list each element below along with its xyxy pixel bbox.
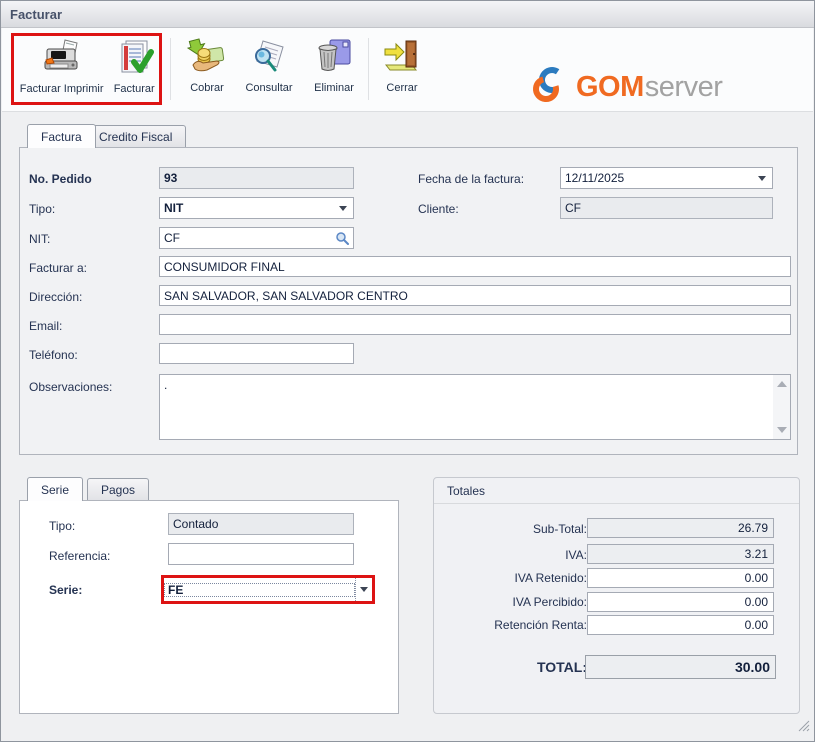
retencion-renta-label: Retención Renta: — [442, 618, 587, 632]
chevron-down-icon — [758, 176, 766, 181]
serie-label: Serie: — [49, 583, 82, 597]
cerrar-label: Cerrar — [386, 82, 417, 94]
serie-select[interactable]: FE — [164, 578, 372, 601]
exit-door-icon — [381, 36, 423, 78]
tipo-label: Tipo: — [29, 202, 55, 216]
consultar-label: Consultar — [245, 82, 292, 94]
highlight-box-serie: FE — [161, 575, 375, 604]
tipo-value: NIT — [160, 201, 333, 215]
tab-factura-label: Factura — [41, 130, 82, 144]
window-title: Facturar — [10, 7, 62, 22]
consultar-button[interactable]: Consultar — [238, 36, 300, 104]
resize-grip[interactable] — [796, 718, 810, 737]
tab-pagos[interactable]: Pagos — [87, 478, 149, 501]
telefono-label: Teléfono: — [29, 348, 78, 362]
facturar-window: Facturar Facturar Imprimi — [0, 0, 815, 742]
titlebar: Facturar — [1, 1, 814, 28]
facturar-button[interactable]: Facturar — [109, 37, 159, 105]
iva-retenido-label: IVA Retenido: — [442, 571, 587, 585]
serie-tipo-field[interactable] — [168, 513, 354, 535]
cobrar-button[interactable]: Cobrar — [179, 36, 235, 104]
iva-percibido-field[interactable] — [587, 592, 774, 612]
direccion-label: Dirección: — [29, 290, 82, 304]
serie-value: FE — [164, 583, 355, 597]
observaciones-field[interactable]: . — [160, 375, 773, 439]
retencion-renta-field[interactable] — [587, 615, 774, 635]
facturar-imprimir-label: Facturar Imprimir — [20, 83, 104, 95]
iva-percibido-label: IVA Percibido: — [442, 595, 587, 609]
observaciones-scrollbar[interactable] — [773, 375, 790, 439]
nit-field[interactable] — [159, 227, 354, 249]
subtotal-field[interactable] — [587, 518, 774, 538]
gomserver-logo: GOMserver — [529, 65, 722, 110]
total-field[interactable] — [585, 655, 776, 679]
gomserver-logo-icon — [529, 65, 569, 110]
tab-credito-fiscal[interactable]: Credito Fiscal — [85, 125, 186, 148]
observaciones-label: Observaciones: — [29, 380, 112, 394]
referencia-field[interactable] — [168, 543, 354, 565]
email-field[interactable] — [159, 314, 791, 335]
iva-retenido-field[interactable] — [587, 568, 774, 588]
toolbar: Facturar Imprimir Facturar — [2, 28, 813, 112]
search-icon[interactable] — [335, 231, 349, 245]
no-pedido-label: No. Pedido — [29, 172, 92, 186]
facturar-imprimir-button[interactable]: Facturar Imprimir — [14, 37, 109, 105]
serie-tipo-label: Tipo: — [49, 519, 75, 533]
fecha-value: 12/11/2025 — [561, 171, 752, 185]
money-hand-icon — [186, 36, 228, 78]
tab-serie[interactable]: Serie — [27, 477, 83, 501]
iva-label: IVA: — [442, 548, 587, 562]
scroll-down-icon[interactable] — [777, 427, 787, 433]
cliente-label: Cliente: — [418, 202, 459, 216]
facturar-a-field[interactable] — [159, 256, 791, 277]
referencia-label: Referencia: — [49, 549, 110, 563]
brand-server: server — [645, 71, 723, 104]
tab-credito-fiscal-label: Credito Fiscal — [99, 130, 172, 144]
subtotal-label: Sub-Total: — [442, 522, 587, 536]
observaciones-wrapper: . — [159, 374, 791, 440]
tab-serie-label: Serie — [41, 483, 69, 497]
tab-pagos-label: Pagos — [101, 483, 135, 497]
serie-select-arrow[interactable] — [355, 578, 372, 601]
trash-icon — [313, 36, 355, 78]
direccion-field[interactable] — [159, 285, 791, 306]
chevron-down-icon — [339, 206, 347, 211]
toolbar-separator — [368, 38, 369, 100]
scroll-up-icon[interactable] — [777, 381, 787, 387]
total-label: TOTAL: — [442, 659, 587, 675]
brand-gom: GOM — [576, 71, 644, 104]
toolbar-separator — [170, 38, 171, 100]
fecha-label: Fecha de la factura: — [418, 172, 524, 186]
totales-groupbox: Totales Sub-Total: IVA: IVA Retenido: IV… — [433, 477, 800, 714]
chevron-down-icon — [360, 587, 368, 592]
facturar-a-label: Facturar a: — [29, 261, 87, 275]
cliente-field[interactable] — [560, 197, 773, 219]
printer-icon — [41, 37, 83, 79]
telefono-field[interactable] — [159, 343, 354, 364]
cerrar-button[interactable]: Cerrar — [376, 36, 428, 104]
totales-title: Totales — [434, 478, 799, 504]
eliminar-label: Eliminar — [314, 82, 354, 94]
highlight-box-toolbar: Facturar Imprimir Facturar — [11, 33, 162, 105]
facturar-label: Facturar — [114, 83, 155, 95]
eliminar-button[interactable]: Eliminar — [305, 36, 363, 104]
fecha-select[interactable]: 12/11/2025 — [560, 167, 773, 189]
no-pedido-field[interactable] — [159, 167, 354, 189]
search-document-icon — [248, 36, 290, 78]
tipo-select[interactable]: NIT — [159, 197, 354, 219]
invoice-check-icon — [113, 37, 155, 79]
tab-factura[interactable]: Factura — [27, 124, 96, 148]
cobrar-label: Cobrar — [190, 82, 224, 94]
nit-label: NIT: — [29, 232, 50, 246]
iva-field[interactable] — [587, 544, 774, 564]
email-label: Email: — [29, 319, 62, 333]
